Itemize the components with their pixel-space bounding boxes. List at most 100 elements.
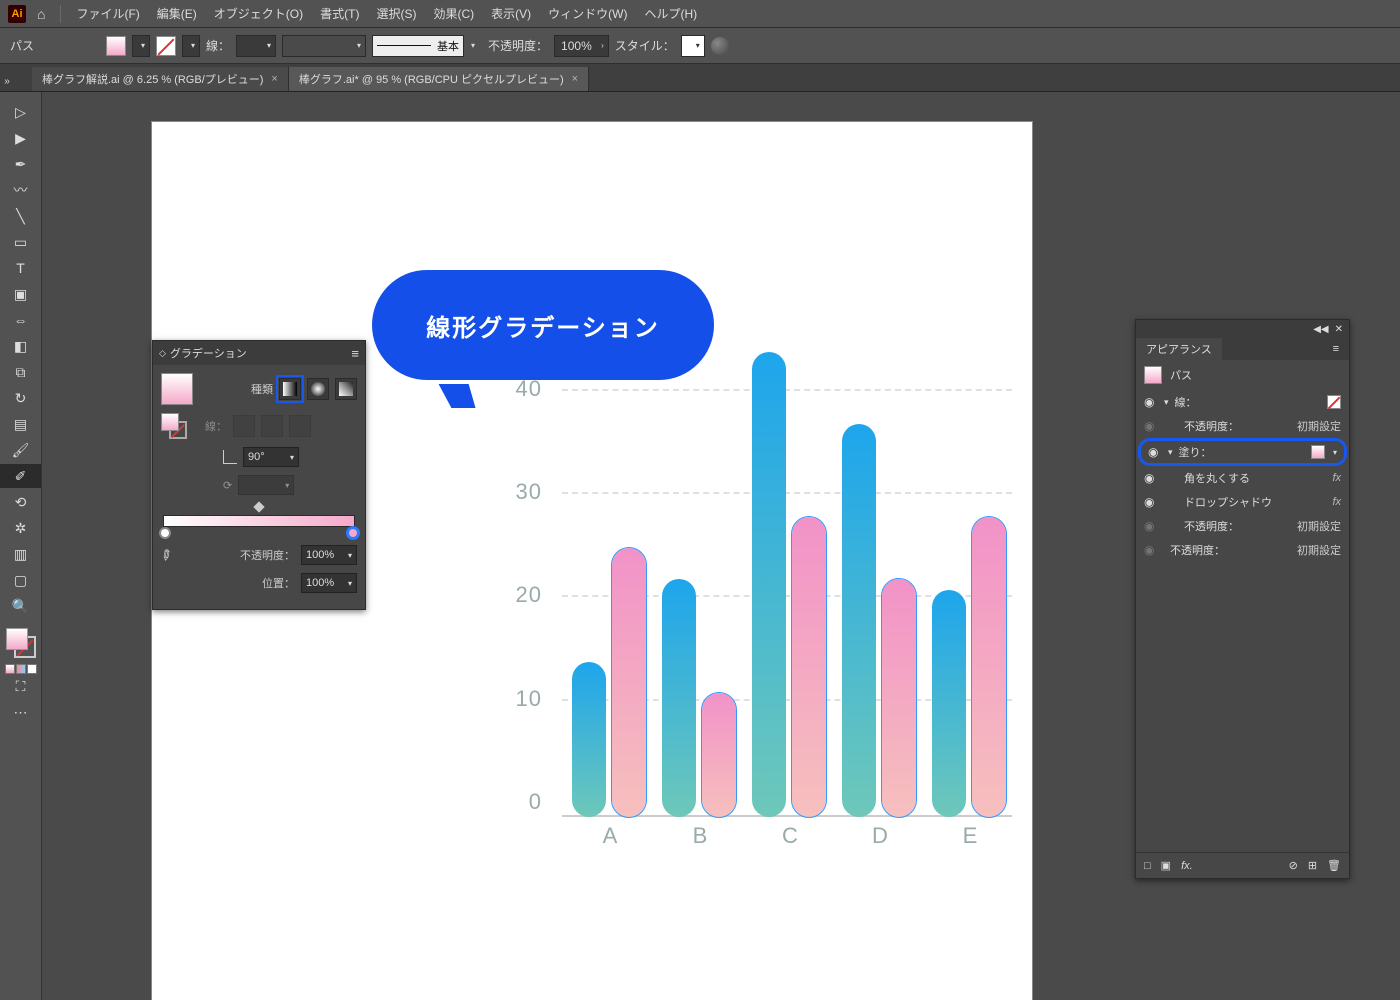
delete-icon[interactable]: 🗑 — [1327, 859, 1341, 872]
stop-position-field[interactable]: 100%▾ — [301, 573, 357, 593]
shape-builder-tool-icon[interactable]: ⧉ — [0, 360, 41, 384]
type-tool-icon[interactable]: T — [0, 256, 41, 280]
stroke-none-swatch[interactable] — [1327, 395, 1341, 409]
stop-opacity-field[interactable]: 100%▾ — [301, 545, 357, 565]
free-transform-tool-icon[interactable]: ▣ — [0, 282, 41, 306]
panel-menu-icon[interactable]: ≡ — [351, 346, 359, 361]
gradient-track[interactable] — [163, 515, 355, 527]
appearance-roundcorners-row[interactable]: ◉ 角を丸くする fx — [1136, 466, 1349, 490]
new-stroke-icon[interactable]: □ — [1144, 860, 1151, 872]
appearance-stroke-row[interactable]: ◉ ▾ 線： — [1136, 390, 1349, 414]
zoom-tool-icon[interactable]: 🔍 — [0, 594, 41, 618]
add-effect-icon[interactable]: fx. — [1181, 860, 1193, 872]
eraser-tool-icon[interactable]: ◧ — [0, 334, 41, 358]
appearance-stroke-opacity-row[interactable]: ◉ 不透明度： 初期設定 — [1136, 414, 1349, 438]
stroke-swatch[interactable] — [156, 36, 176, 56]
gradient-preview[interactable] — [161, 373, 193, 405]
selection-tool-icon[interactable]: ▷ — [0, 100, 41, 124]
gradient-angle-field[interactable]: 90°▾ — [243, 447, 299, 467]
menu-type[interactable]: 書式(T) — [314, 3, 365, 24]
menu-select[interactable]: 選択(S) — [370, 3, 422, 24]
appearance-fill-row[interactable]: ◉ ▾ 塗り： ▾ — [1140, 440, 1345, 464]
bar-series-1[interactable] — [752, 352, 786, 817]
gradient-stop-left[interactable] — [159, 527, 171, 539]
direct-selection-tool-icon[interactable]: ▶ — [0, 126, 41, 150]
menu-object[interactable]: オブジェクト(O) — [208, 3, 309, 24]
gradient-slider[interactable]: 🗑 — [163, 503, 355, 537]
eyedropper-tool-icon[interactable]: ✐ — [0, 464, 41, 488]
paintbrush-tool-icon[interactable]: 🖌 — [0, 438, 41, 462]
midpoint-stop[interactable] — [253, 501, 264, 512]
style-swatch[interactable]: ▾ — [681, 35, 705, 57]
panel-collapse-icon[interactable]: ◇ — [159, 348, 166, 359]
artboard-tool-icon[interactable]: ▢ — [0, 568, 41, 592]
freeform-gradient-button[interactable] — [335, 378, 357, 400]
bar-series-2[interactable] — [972, 517, 1006, 817]
radial-gradient-button[interactable] — [307, 378, 329, 400]
edit-toolbar-icon[interactable]: ⋯ — [0, 700, 41, 724]
width-tool-icon[interactable]: ⇔ — [0, 308, 41, 332]
close-tab-icon[interactable]: × — [271, 73, 277, 85]
visibility-icon[interactable]: ◉ — [1144, 471, 1158, 485]
panel-menu-icon[interactable]: ≡ — [1323, 338, 1349, 360]
recolor-icon[interactable] — [711, 37, 729, 55]
visibility-icon[interactable]: ◉ — [1144, 543, 1158, 557]
fill-dropdown[interactable]: ▾ — [132, 35, 150, 57]
gradient-mode-icon[interactable] — [16, 664, 26, 674]
menu-window[interactable]: ウィンドウ(W) — [542, 3, 633, 24]
visibility-icon[interactable]: ◉ — [1144, 519, 1158, 533]
visibility-icon[interactable]: ◉ — [1144, 419, 1158, 433]
stroke-profile[interactable]: ▾ — [282, 35, 366, 57]
menu-edit[interactable]: 編集(E) — [151, 3, 203, 24]
rectangle-tool-icon[interactable]: ▭ — [0, 230, 41, 254]
bar-series-1[interactable] — [842, 424, 876, 817]
close-tab-icon[interactable]: × — [572, 73, 578, 85]
visibility-icon[interactable]: ◉ — [1144, 495, 1158, 509]
bar-series-1[interactable] — [932, 590, 966, 817]
menu-help[interactable]: ヘルプ(H) — [638, 3, 703, 24]
appearance-fill-opacity-row[interactable]: ◉ 不透明度： 初期設定 — [1136, 514, 1349, 538]
bar-series-2[interactable] — [882, 579, 916, 817]
fill-box[interactable] — [6, 628, 28, 650]
home-icon[interactable]: ⌂ — [37, 6, 45, 22]
menu-file[interactable]: ファイル(F) — [70, 3, 145, 24]
linear-gradient-button[interactable] — [279, 378, 301, 400]
appearance-opacity-row[interactable]: ◉ 不透明度： 初期設定 — [1136, 538, 1349, 562]
brush-def[interactable]: 基本▾ — [372, 35, 464, 57]
expand-tabs-icon[interactable]: » — [0, 71, 14, 91]
rotate-tool-icon[interactable]: ↻ — [0, 386, 41, 410]
fill-swatch[interactable] — [106, 36, 126, 56]
visibility-icon[interactable]: ◉ — [1148, 445, 1162, 459]
symbol-sprayer-tool-icon[interactable]: ✲ — [0, 516, 41, 540]
eyedropper-icon[interactable] — [161, 547, 177, 563]
bar-series-2[interactable] — [612, 548, 646, 817]
doc-tab-1[interactable]: 棒グラフ解説.ai @ 6.25 % (RGB/プレビュー) × — [32, 67, 289, 91]
appearance-dropshadow-row[interactable]: ◉ ドロップシャドウ fx — [1136, 490, 1349, 514]
curvature-tool-icon[interactable]: 〰 — [0, 178, 41, 202]
bar-series-1[interactable] — [662, 579, 696, 817]
gradient-stop-right[interactable] — [347, 527, 359, 539]
visibility-icon[interactable]: ◉ — [1144, 395, 1158, 409]
pen-tool-icon[interactable]: ✒ — [0, 152, 41, 176]
graph-tool-icon[interactable]: ▥ — [0, 542, 41, 566]
panel-collapse-icon[interactable]: ◀◀ — [1313, 324, 1328, 335]
appearance-tab[interactable]: アピアランス — [1136, 338, 1222, 360]
panel-close-icon[interactable]: ✕ — [1335, 324, 1343, 335]
blend-tool-icon[interactable]: ⟲ — [0, 490, 41, 514]
screen-mode-icon[interactable]: ⛶ — [0, 674, 41, 698]
canvas-area[interactable]: 線形グラデーション 010203040ABCDE ◇ グラデーション ≡ 種類 — [42, 92, 1400, 1000]
line-tool-icon[interactable]: ╲ — [0, 204, 41, 228]
fill-swatch[interactable] — [1311, 445, 1325, 459]
color-mode-icon[interactable] — [5, 664, 15, 674]
new-fill-icon[interactable]: ▣ — [1161, 859, 1171, 872]
stroke-weight-field[interactable]: ▾ — [236, 35, 276, 57]
stroke-dropdown[interactable]: ▾ — [182, 35, 200, 57]
gradient-fillstroke-toggle[interactable] — [161, 413, 187, 439]
bar-series-2[interactable] — [702, 693, 736, 817]
menu-view[interactable]: 表示(V) — [485, 3, 537, 24]
menu-effect[interactable]: 効果(C) — [427, 3, 480, 24]
bar-series-1[interactable] — [572, 662, 606, 817]
opacity-field[interactable]: 100%› — [554, 35, 609, 57]
clear-icon[interactable]: ⊘ — [1289, 859, 1298, 872]
gradient-tool-icon[interactable]: ▤ — [0, 412, 41, 436]
